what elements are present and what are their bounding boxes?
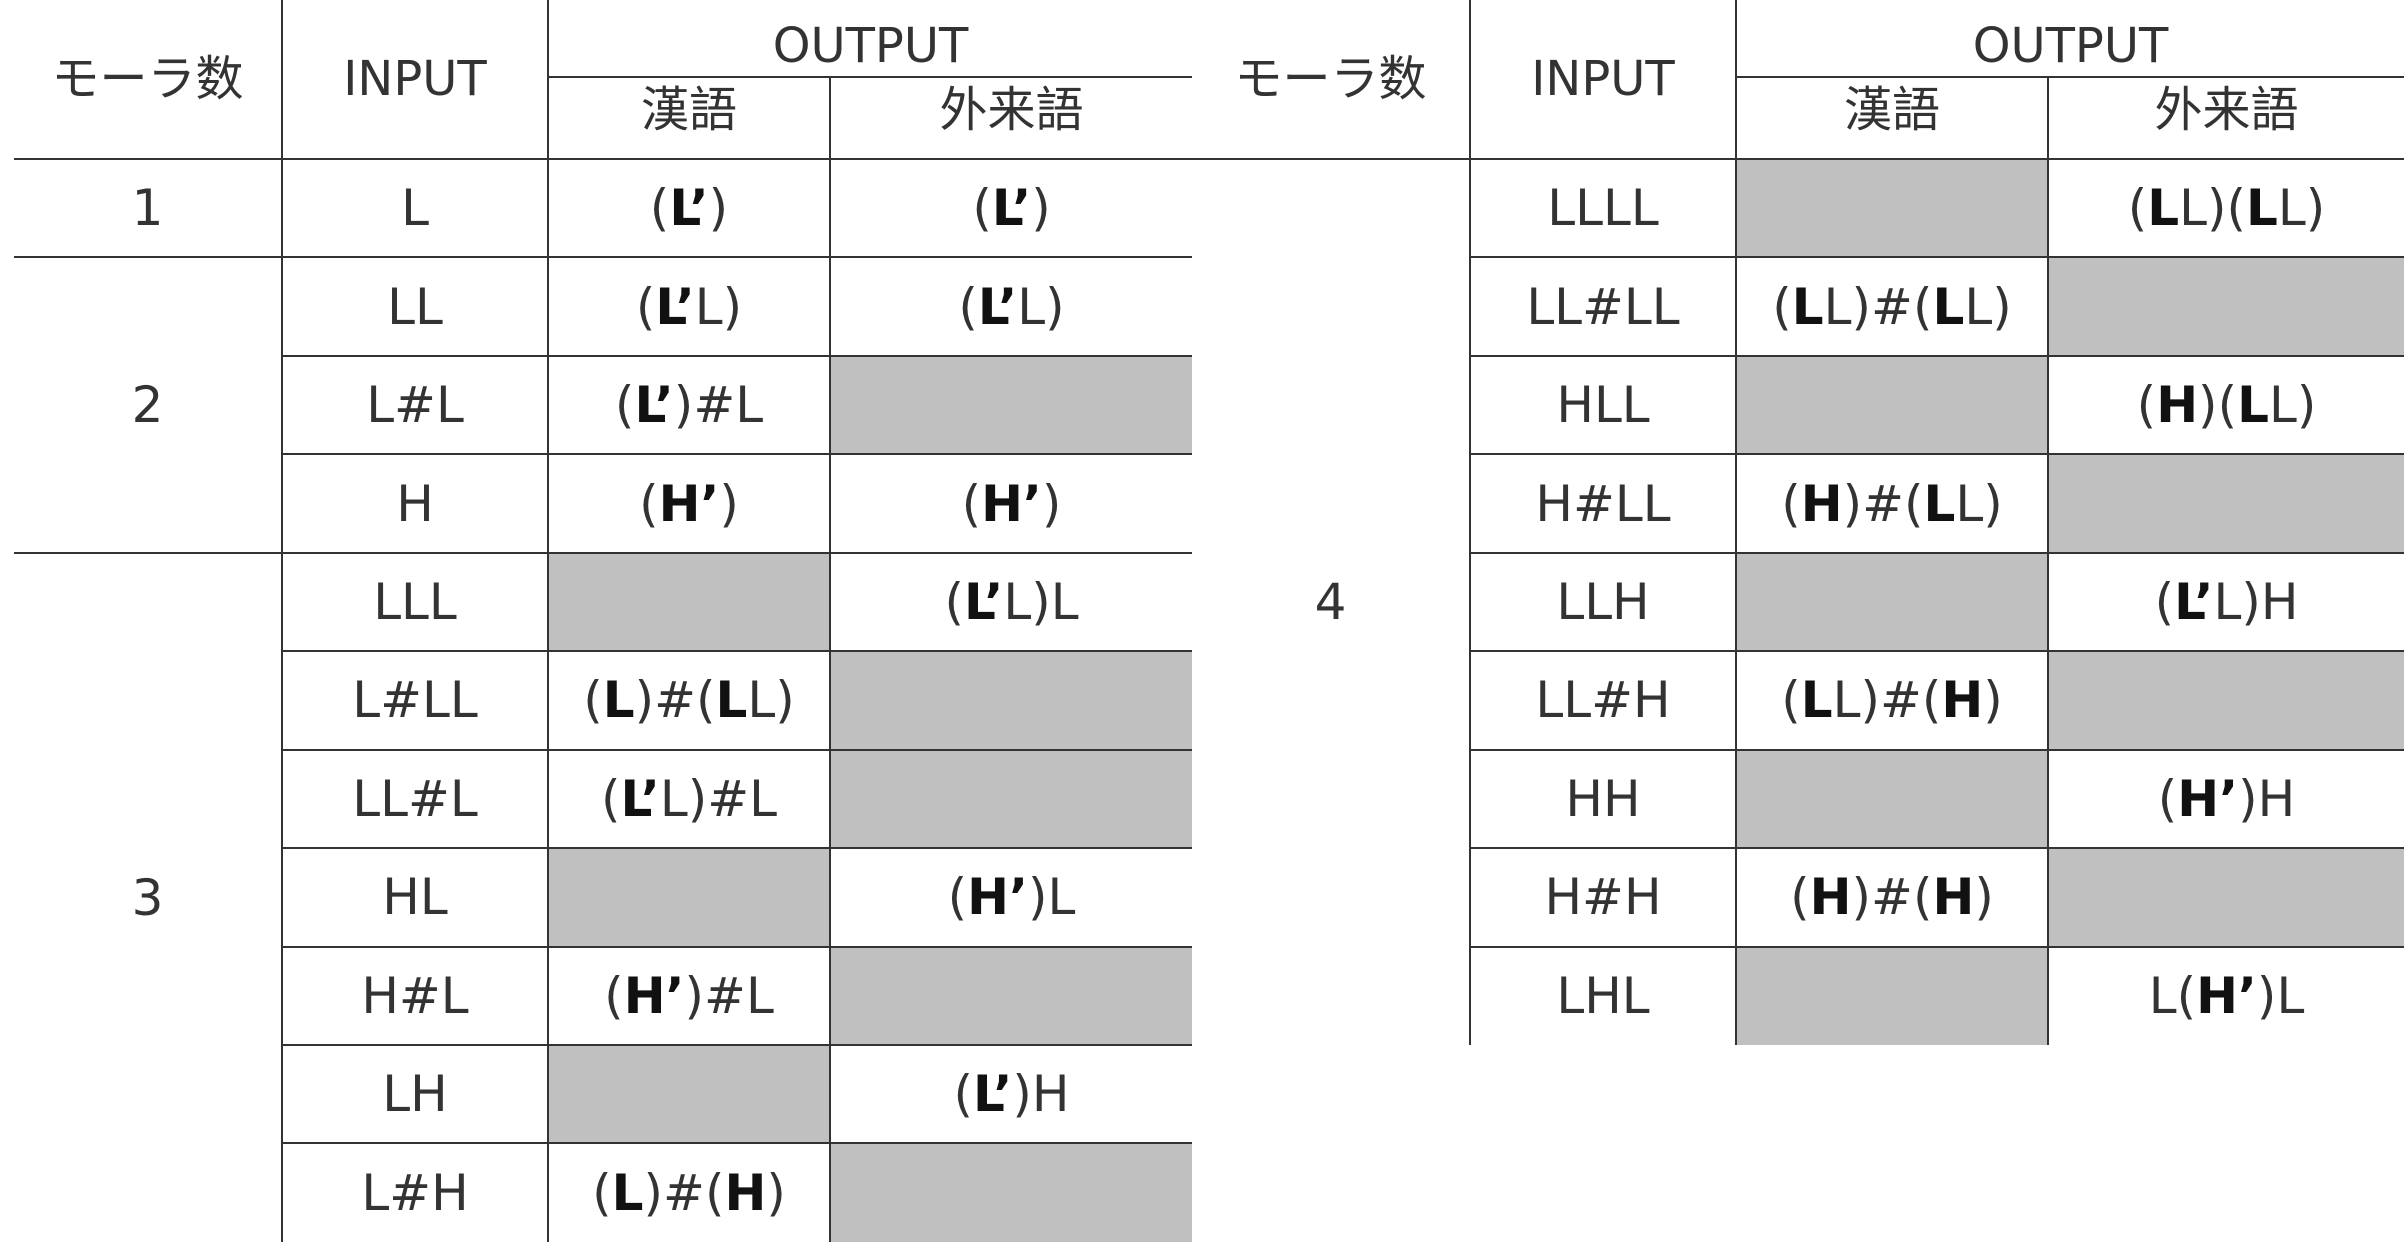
gairaigo-output-cell: (H)(LL) (2046, 355, 2404, 456)
kango-output-cell: (H)#(H) (1735, 848, 2048, 948)
input-cell: LL#L (281, 749, 548, 850)
right-table: モーラ数 INPUT OUTPUT 漢語 外来語 4 LLLL (LL)(LL) LL… (1192, 0, 2404, 1045)
header-input: INPUT (281, 0, 548, 160)
gairaigo-output-cell (828, 355, 1193, 456)
kango-output-cell (547, 1044, 830, 1145)
gairaigo-output-cell (2046, 454, 2404, 554)
gairaigo-output-cell: (LL)(LL) (2046, 159, 2404, 259)
gairaigo-output-cell: (L’L)H (2046, 552, 2404, 653)
gairaigo-output-cell: (H’) (828, 454, 1193, 554)
kango-output-cell: (L’) (547, 159, 830, 259)
kango-output-cell: (L)#(H) (547, 1143, 830, 1242)
gairaigo-output-cell: (L’) (828, 159, 1193, 259)
gairaigo-output-cell: (L’)H (828, 1044, 1193, 1145)
kango-output-cell (547, 848, 830, 948)
input-cell: L#H (281, 1143, 548, 1242)
kango-output-cell: (LL)#(H) (1735, 651, 2048, 751)
kango-output-cell: (LL)#(LL) (1735, 257, 2048, 357)
input-cell: LLLL (1469, 159, 1736, 259)
header-input: INPUT (1469, 0, 1736, 160)
gairaigo-output-cell (828, 651, 1193, 751)
kango-output-cell: (L’)#L (547, 355, 830, 456)
input-cell: L#LL (281, 651, 548, 751)
input-cell: LHL (1469, 946, 1736, 1045)
gairaigo-output-cell (2046, 257, 2404, 357)
input-cell: LLL (281, 552, 548, 653)
input-cell: H#L (281, 946, 548, 1046)
kango-output-cell (1735, 159, 2048, 259)
input-cell: HH (1469, 749, 1736, 850)
header-output: OUTPUT (546, 0, 1193, 78)
gairaigo-output-cell: (H’)L (828, 848, 1193, 948)
gairaigo-output-cell (2046, 651, 2404, 751)
gairaigo-output-cell (828, 749, 1193, 850)
gairaigo-output-cell: (L’L)L (828, 552, 1193, 653)
input-cell: H#LL (1469, 454, 1736, 554)
input-cell: H (281, 454, 548, 554)
header-gairaigo: 外来語 (2046, 77, 2404, 160)
kango-output-cell (1735, 355, 2048, 456)
gairaigo-output-cell: (H’)H (2046, 749, 2404, 850)
header-kango: 漢語 (547, 77, 830, 160)
header-mora: モーラ数 (14, 0, 282, 160)
mora-count-cell: 3 (14, 551, 282, 1242)
header-gairaigo: 外来語 (828, 77, 1193, 160)
gairaigo-output-cell (828, 1143, 1193, 1242)
kango-output-cell: (H’)#L (547, 946, 830, 1046)
input-cell: LL#H (1469, 651, 1736, 751)
gairaigo-output-cell (2046, 848, 2404, 948)
input-cell: LH (281, 1044, 548, 1145)
mora-count-cell: 2 (14, 256, 282, 553)
kango-output-cell: (H’) (547, 454, 830, 554)
input-cell: H#H (1469, 848, 1736, 948)
kango-output-cell (1735, 749, 2048, 850)
gairaigo-output-cell: (L’L) (828, 257, 1193, 357)
input-cell: L (281, 159, 548, 259)
gairaigo-output-cell: L(H’)L (2046, 946, 2404, 1045)
left-table: モーラ数 INPUT OUTPUT 漢語 外来語 1 L (L’) (L’) 2 LL (L… (14, 0, 1193, 1242)
input-cell: HL (281, 848, 548, 948)
kango-output-cell (1735, 946, 2048, 1045)
kango-output-cell (1735, 552, 2048, 653)
header-kango: 漢語 (1735, 77, 2048, 160)
table-row: 2 LL (L’L) (L’L) (14, 256, 1193, 553)
kango-output-cell: (L’L)#L (547, 749, 830, 850)
input-cell: HLL (1469, 355, 1736, 456)
mora-count-cell: 1 (131, 179, 164, 238)
table-row: 4 LLLL (LL)(LL) (1192, 159, 2404, 627)
input-cell: LLH (1469, 552, 1736, 653)
kango-output-cell: (H)#(LL) (1735, 454, 2048, 554)
table-row: 1 L (L’) (L’) (14, 159, 1193, 259)
input-cell: L#L (281, 355, 548, 456)
gairaigo-output-cell (828, 946, 1193, 1046)
input-cell: LL (281, 257, 548, 357)
kango-output-cell: (L)#(LL) (547, 651, 830, 751)
kango-output-cell: (L’L) (547, 257, 830, 357)
header-output: OUTPUT (1734, 0, 2404, 78)
mora-count-cell: 4 (1314, 573, 1347, 632)
table-row: 3 LLL (L’L)L (14, 551, 1193, 1242)
header-mora: モーラ数 (1192, 0, 1470, 160)
input-cell: LL#LL (1469, 257, 1736, 357)
kango-output-cell (547, 552, 830, 653)
